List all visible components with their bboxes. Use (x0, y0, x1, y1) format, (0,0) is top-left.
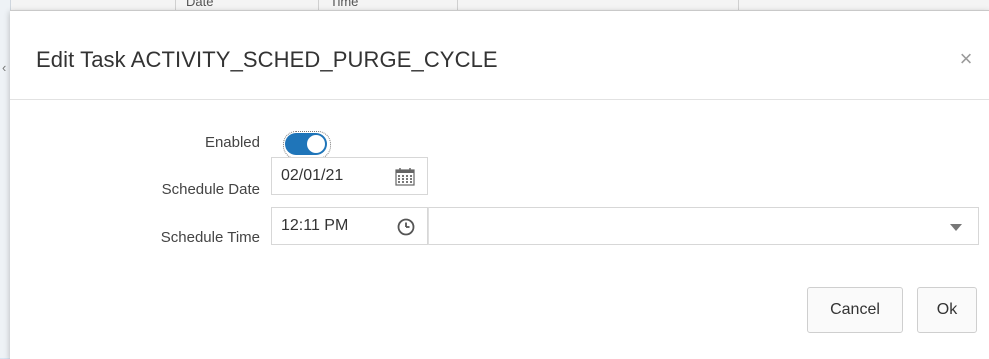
schedule-time-field[interactable]: 12:11 PM (271, 207, 428, 245)
background-column-date: Date (186, 0, 214, 9)
timezone-select[interactable] (428, 207, 979, 245)
ok-button[interactable]: Ok (917, 287, 977, 333)
close-icon[interactable]: × (955, 48, 977, 70)
enabled-toggle[interactable] (285, 133, 327, 155)
background-caret: ‹ (2, 60, 7, 75)
schedule-date-value: 02/01/21 (281, 167, 344, 184)
chevron-down-icon[interactable] (950, 224, 962, 231)
schedule-date-label: Schedule Date (161, 181, 260, 198)
schedule-time-value: 12:11 PM (281, 217, 349, 234)
enabled-label: Enabled (204, 134, 260, 151)
toggle-knob (306, 134, 326, 154)
schedule-date-field[interactable]: 02/01/21 (271, 157, 428, 195)
dialog-header: Edit Task ACTIVITY_SCHED_PURGE_CYCLE × (10, 11, 989, 100)
dialog-title: Edit Task ACTIVITY_SCHED_PURGE_CYCLE (36, 47, 498, 72)
cancel-button[interactable]: Cancel (807, 287, 903, 333)
calendar-icon[interactable] (395, 168, 415, 186)
clock-icon[interactable] (397, 218, 415, 236)
edit-task-dialog: Edit Task ACTIVITY_SCHED_PURGE_CYCLE × E… (10, 10, 989, 359)
background-column-time: Time (330, 0, 359, 9)
schedule-time-label: Schedule Time (160, 229, 260, 246)
